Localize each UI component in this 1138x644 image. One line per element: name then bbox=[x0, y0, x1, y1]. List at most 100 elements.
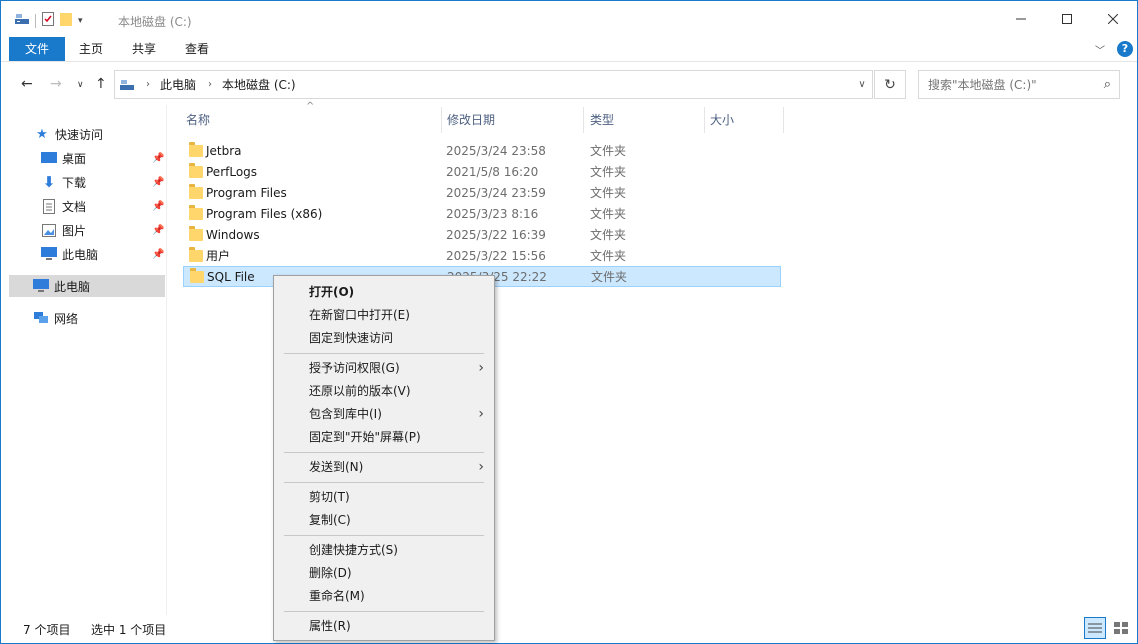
sidebar-item-desktop[interactable]: 桌面 bbox=[40, 147, 86, 169]
sidebar-item-label: 下载 bbox=[62, 175, 87, 190]
sidebar-item-documents[interactable]: 文档 bbox=[40, 195, 86, 217]
refresh-icon[interactable]: ↻ bbox=[874, 70, 906, 99]
ribbon-controls: ﹀ ? bbox=[1095, 41, 1133, 57]
sidebar-item-downloads[interactable]: ⬇ 下载 bbox=[40, 171, 86, 193]
pin-icon[interactable]: 📌 bbox=[152, 225, 164, 236]
file-type: 文件夹 bbox=[590, 186, 627, 200]
menu-item-copy[interactable]: 复制(C) bbox=[276, 509, 492, 531]
download-icon: ⬇ bbox=[42, 173, 56, 191]
table-row[interactable]: Program Files (x86) 2025/3/23 8:16 文件夹 bbox=[183, 203, 781, 224]
tab-file[interactable]: 文件 bbox=[9, 37, 65, 61]
file-name: SQL File bbox=[207, 269, 255, 284]
selected-count: 选中 1 个项目 bbox=[91, 622, 167, 637]
menu-item-open-new-window[interactable]: 在新窗口中打开(E) bbox=[276, 304, 492, 326]
star-icon: ★ bbox=[36, 126, 48, 142]
column-divider[interactable] bbox=[583, 107, 584, 133]
folder-icon bbox=[189, 204, 203, 220]
address-dropdown-icon[interactable]: ∨ bbox=[851, 70, 873, 99]
sidebar-item-pictures[interactable]: 图片 bbox=[40, 219, 86, 241]
menu-item-create-shortcut[interactable]: 创建快捷方式(S) bbox=[276, 539, 492, 561]
table-row[interactable]: 用户 2025/3/22 15:56 文件夹 bbox=[183, 245, 781, 266]
sidebar-item-this-pc[interactable]: 此电脑 bbox=[9, 275, 165, 297]
large-icons-view-icon[interactable] bbox=[1110, 617, 1132, 639]
menu-item-restore-versions[interactable]: 还原以前的版本(V) bbox=[276, 380, 492, 402]
navigation-bar: ← → ∨ ↑ › 此电脑 › 本地磁盘 (C:) ∨ ↻ ⌕ bbox=[1, 61, 1137, 105]
details-view-icon[interactable] bbox=[1084, 617, 1106, 639]
computer-icon bbox=[32, 278, 50, 294]
pin-icon[interactable]: 📌 bbox=[152, 249, 164, 260]
drive-icon[interactable] bbox=[15, 13, 29, 28]
menu-item-pin-start[interactable]: 固定到"开始"屏幕(P) bbox=[276, 426, 492, 448]
column-header-size[interactable]: 大小 bbox=[710, 105, 734, 135]
file-date: 2025/3/24 23:58 bbox=[446, 143, 546, 158]
sort-ascending-icon: ^ bbox=[306, 101, 315, 112]
qat-separator bbox=[35, 13, 36, 28]
menu-item-properties[interactable]: 属性(R) bbox=[276, 615, 492, 637]
column-divider[interactable] bbox=[441, 107, 442, 133]
sidebar-item-this-pc-pinned[interactable]: 此电脑 bbox=[40, 243, 98, 265]
column-header-date[interactable]: 修改日期 bbox=[447, 105, 495, 135]
sidebar-item-network[interactable]: 网络 bbox=[32, 307, 78, 329]
menu-item-pin-quick-access[interactable]: 固定到快速访问 bbox=[276, 327, 492, 349]
minimize-button[interactable] bbox=[998, 1, 1044, 37]
tab-share[interactable]: 共享 bbox=[119, 37, 169, 61]
window-title: 本地磁盘 (C:) bbox=[118, 15, 192, 29]
folder-icon bbox=[189, 183, 203, 199]
new-folder-icon[interactable] bbox=[60, 12, 72, 29]
back-arrow-icon[interactable]: ← bbox=[21, 76, 33, 92]
column-divider[interactable] bbox=[783, 107, 784, 133]
menu-item-include-library[interactable]: 包含到库中(I) › bbox=[276, 403, 492, 425]
file-name: Program Files (x86) bbox=[206, 206, 323, 221]
column-divider[interactable] bbox=[704, 107, 705, 133]
folder-icon bbox=[190, 267, 204, 283]
quick-access-toolbar: ▾ bbox=[15, 12, 83, 29]
search-icon[interactable]: ⌕ bbox=[1104, 77, 1111, 92]
search-box[interactable]: ⌕ bbox=[918, 70, 1120, 99]
breadcrumb-chevron-icon[interactable]: › bbox=[208, 79, 212, 90]
breadcrumb-this-pc[interactable]: 此电脑 bbox=[160, 76, 196, 93]
tab-home[interactable]: 主页 bbox=[66, 37, 116, 61]
forward-arrow-icon[interactable]: → bbox=[50, 76, 62, 92]
computer-icon bbox=[40, 246, 58, 262]
file-type: 文件夹 bbox=[591, 270, 628, 284]
maximize-button[interactable] bbox=[1044, 1, 1090, 37]
file-date: 2025/3/24 23:59 bbox=[446, 185, 546, 200]
up-arrow-icon[interactable]: ↑ bbox=[95, 76, 107, 92]
menu-item-give-access[interactable]: 授予访问权限(G) › bbox=[276, 357, 492, 379]
column-header-name[interactable]: 名称 bbox=[186, 105, 210, 135]
pin-icon[interactable]: 📌 bbox=[152, 177, 164, 188]
close-button[interactable] bbox=[1090, 1, 1136, 37]
file-date: 2025/3/22 16:39 bbox=[446, 227, 546, 242]
ribbon-tabs: 文件 主页 共享 查看 ﹀ ? bbox=[1, 37, 1137, 61]
file-date: 2025/3/23 8:16 bbox=[446, 206, 539, 221]
menu-item-rename[interactable]: 重命名(M) bbox=[276, 585, 492, 607]
menu-item-cut[interactable]: 剪切(T) bbox=[276, 486, 492, 508]
menu-separator bbox=[284, 353, 484, 354]
properties-icon[interactable] bbox=[42, 12, 54, 29]
help-icon[interactable]: ? bbox=[1117, 41, 1133, 57]
pin-icon[interactable]: 📌 bbox=[152, 153, 164, 164]
table-row[interactable]: PerfLogs 2021/5/8 16:20 文件夹 bbox=[183, 161, 781, 182]
pin-icon[interactable]: 📌 bbox=[152, 201, 164, 212]
customize-qat-icon[interactable]: ▾ bbox=[78, 16, 83, 26]
table-row[interactable]: Jetbra 2025/3/24 23:58 文件夹 bbox=[183, 140, 781, 161]
sidebar-item-label: 网络 bbox=[54, 311, 79, 326]
menu-item-delete[interactable]: 删除(D) bbox=[276, 562, 492, 584]
menu-item-send-to[interactable]: 发送到(N) › bbox=[276, 456, 492, 478]
expand-ribbon-icon[interactable]: ﹀ bbox=[1095, 42, 1105, 57]
column-header-type[interactable]: 类型 bbox=[590, 105, 614, 135]
address-bar[interactable]: › 此电脑 › 本地磁盘 (C:) bbox=[114, 70, 873, 99]
file-date: 2025/3/22 15:56 bbox=[446, 248, 546, 263]
table-row[interactable]: Windows 2025/3/22 16:39 文件夹 bbox=[183, 224, 781, 245]
file-name: PerfLogs bbox=[206, 164, 258, 179]
table-row[interactable]: Program Files 2025/3/24 23:59 文件夹 bbox=[183, 182, 781, 203]
breadcrumb-local-disk[interactable]: 本地磁盘 (C:) bbox=[222, 76, 296, 93]
menu-item-open[interactable]: 打开(O) bbox=[276, 281, 492, 303]
tab-view[interactable]: 查看 bbox=[172, 37, 222, 61]
recent-locations-icon[interactable]: ∨ bbox=[77, 80, 84, 90]
search-input[interactable] bbox=[928, 77, 1093, 92]
submenu-arrow-icon: › bbox=[478, 406, 484, 422]
title-bar: ▾ 本地磁盘 (C:) bbox=[1, 1, 1137, 37]
breadcrumb-chevron-icon[interactable]: › bbox=[146, 79, 150, 90]
sidebar-item-quick-access[interactable]: ★ 快速访问 bbox=[33, 123, 103, 145]
